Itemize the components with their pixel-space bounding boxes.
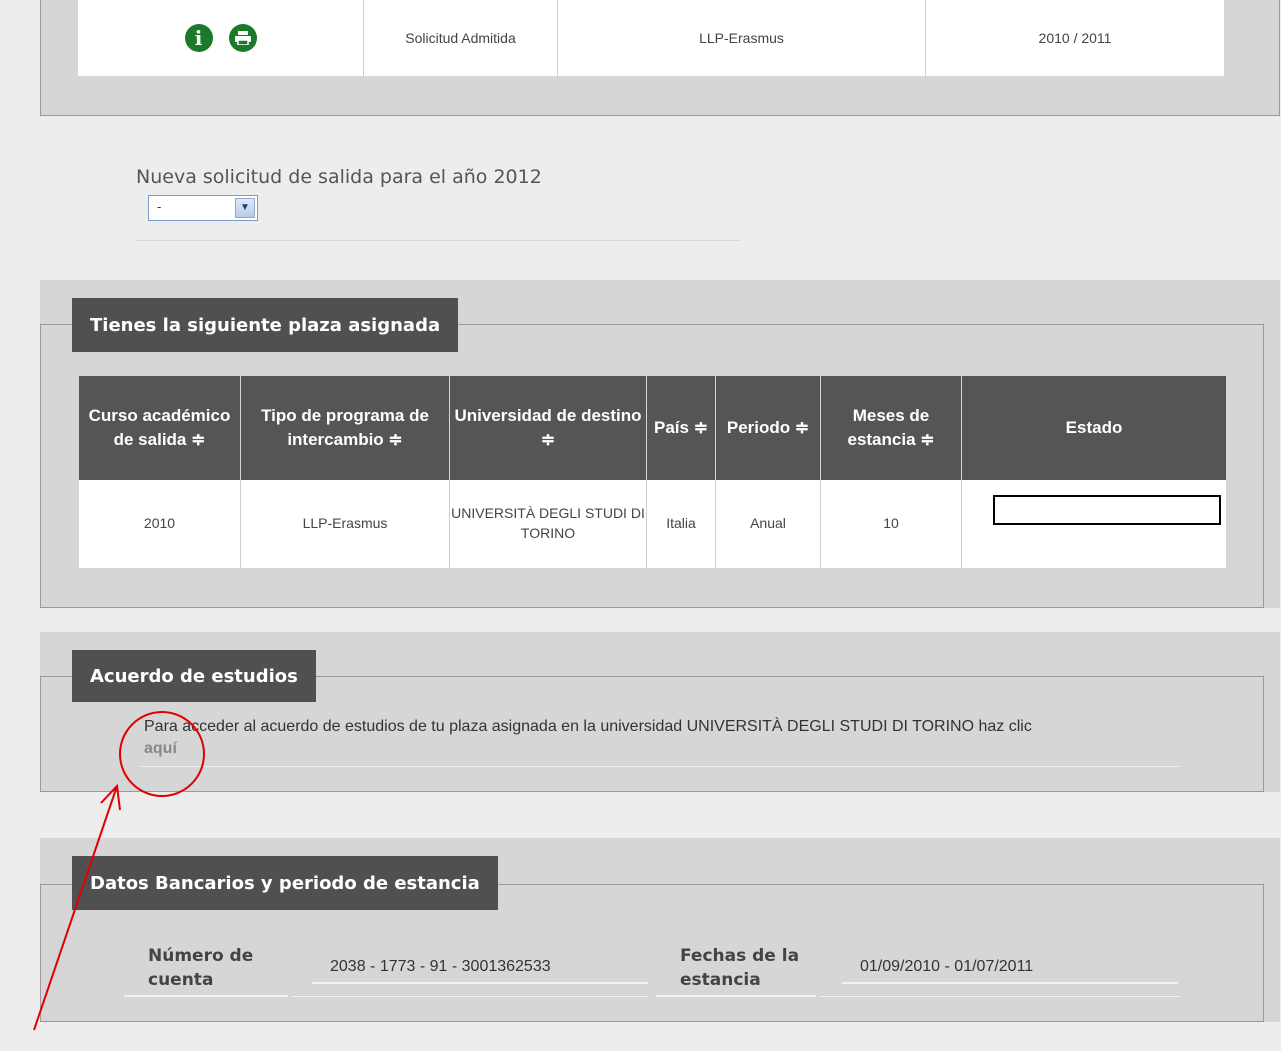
table-row: 2010 LLP-Erasmus UNIVERSITÀ DEGLI STUDI … bbox=[79, 480, 1226, 568]
annotation-arrow-icon bbox=[33, 785, 118, 1031]
program-cell: LLP-Erasmus bbox=[558, 0, 926, 76]
actions-cell: i bbox=[78, 0, 364, 76]
agreement-sentence: Para acceder al acuerdo de estudios de t… bbox=[144, 718, 1032, 735]
new-request-select[interactable]: - ▼ bbox=[148, 195, 258, 221]
cell-course: 2010 bbox=[79, 480, 241, 568]
cell-status bbox=[961, 480, 1226, 568]
year-cell: 2010 / 2011 bbox=[1038, 30, 1112, 46]
chevron-down-icon[interactable]: ▼ bbox=[235, 198, 255, 218]
header-course[interactable]: Curso académico de salida ≑ bbox=[79, 376, 241, 480]
cell-country: Italia bbox=[646, 480, 716, 568]
annotation-circle-icon bbox=[119, 711, 205, 797]
dates-value: 01/09/2010 - 01/07/2011 bbox=[860, 958, 1034, 975]
agreement-legend: Acuerdo de estudios bbox=[72, 650, 316, 702]
divider bbox=[136, 240, 741, 241]
assigned-table: Curso académico de salida ≑ Tipo de prog… bbox=[79, 376, 1226, 568]
status-box bbox=[993, 495, 1221, 525]
divider bbox=[312, 982, 648, 984]
divider bbox=[842, 982, 1178, 984]
header-period[interactable]: Periodo ≑ bbox=[715, 376, 821, 480]
divider bbox=[292, 996, 648, 997]
dates-label: Fechas de la estancia bbox=[680, 946, 800, 990]
new-request-label: Nueva solicitud de salida para el año 20… bbox=[136, 166, 542, 188]
header-months[interactable]: Meses de estancia ≑ bbox=[820, 376, 962, 480]
select-value: - bbox=[157, 199, 162, 214]
header-country[interactable]: País ≑ bbox=[646, 376, 716, 480]
agreement-text: Para acceder al acuerdo de estudios de t… bbox=[144, 716, 1184, 760]
cell-university: UNIVERSITÀ DEGLI STUDI DI TORINO bbox=[449, 480, 647, 568]
previous-request-row: i Solicitud Admitida LLP-Erasmus 2010 / … bbox=[78, 0, 1224, 76]
status-cell: Solicitud Admitida bbox=[364, 0, 558, 76]
account-value: 2038 - 1773 - 91 - 3001362533 bbox=[330, 958, 551, 975]
annotation-overlay bbox=[33, 711, 205, 1031]
print-icon[interactable] bbox=[228, 24, 257, 52]
cell-program: LLP-Erasmus bbox=[240, 480, 450, 568]
assigned-legend: Tienes la siguiente plaza asignada bbox=[72, 298, 459, 352]
divider bbox=[820, 996, 1180, 997]
divider bbox=[656, 995, 816, 997]
cell-months: 10 bbox=[820, 480, 962, 568]
header-university[interactable]: Universidad de destino ≑ bbox=[449, 376, 647, 480]
info-icon[interactable]: i bbox=[184, 24, 213, 52]
cell-period: Anual bbox=[715, 480, 821, 568]
header-program[interactable]: Tipo de programa de intercambio ≑ bbox=[240, 376, 450, 480]
header-status: Estado bbox=[961, 376, 1226, 480]
divider bbox=[140, 766, 1180, 767]
